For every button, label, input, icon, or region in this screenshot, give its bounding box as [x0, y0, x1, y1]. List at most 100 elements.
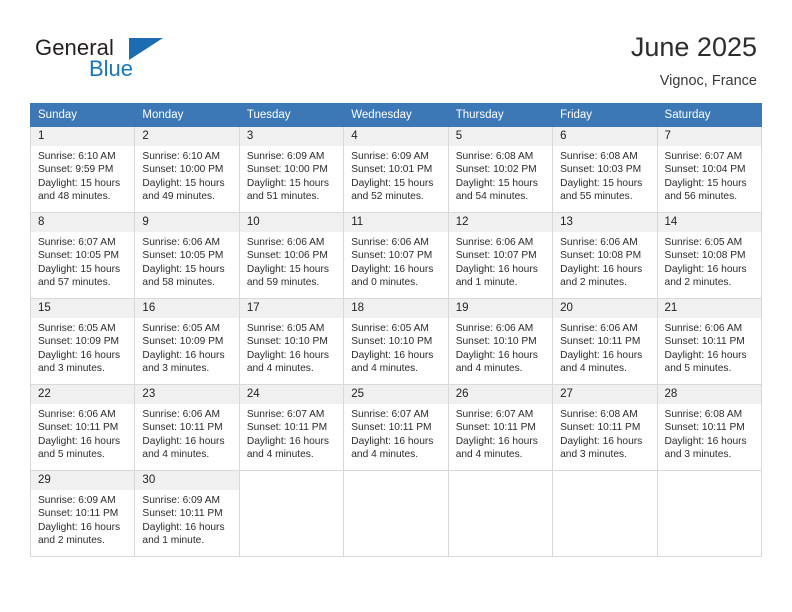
day-info: Sunrise: 6:07 AM Sunset: 10:11 PM Daylig…: [240, 404, 343, 461]
sunrise-text: Sunrise: 6:06 AM: [351, 237, 429, 248]
daylight-text: Daylight: 16 hours and 3 minutes.: [142, 349, 225, 374]
day-cell[interactable]: 21 Sunrise: 6:06 AM Sunset: 10:11 PM Day…: [656, 298, 763, 385]
sunrise-text: Sunrise: 6:07 AM: [246, 409, 325, 420]
day-info: Sunrise: 6:07 AM Sunset: 10:05 PM Daylig…: [31, 232, 134, 289]
sunrise-text: Sunrise: 6:06 AM: [246, 237, 325, 248]
day-cell[interactable]: 27 Sunrise: 6:08 AM Sunset: 10:11 PM Day…: [552, 384, 658, 471]
day-number: 11: [344, 213, 448, 232]
day-number: 9: [135, 213, 239, 232]
day-info: Sunrise: 6:06 AM Sunset: 10:11 PM Daylig…: [553, 318, 656, 375]
day-number: 12: [448, 213, 553, 232]
day-info: Sunrise: 6:09 AM Sunset: 10:11 PM Daylig…: [135, 490, 238, 547]
day-info: Sunrise: 6:08 AM Sunset: 10:11 PM Daylig…: [658, 404, 761, 461]
sunset-text: Sunset: 10:07 PM: [455, 250, 537, 262]
day-cell[interactable]: 3 Sunrise: 6:09 AM Sunset: 10:00 PM Dayl…: [238, 126, 345, 213]
day-info: Sunrise: 6:05 AM Sunset: 10:10 PM Daylig…: [344, 318, 447, 375]
day-cell-empty: [238, 470, 345, 557]
sunrise-text: Sunrise: 6:07 AM: [664, 151, 743, 162]
day-cell[interactable]: 28 Sunrise: 6:08 AM Sunset: 10:11 PM Day…: [656, 384, 763, 471]
sunset-text: Sunset: 10:11 PM: [142, 422, 223, 434]
day-number: 16: [135, 299, 239, 318]
day-info: Sunrise: 6:10 AM Sunset: 9:59 PM Dayligh…: [31, 146, 134, 203]
sunset-text: Sunset: 10:10 PM: [246, 336, 328, 348]
daylight-text: Daylight: 16 hours and 2 minutes.: [560, 263, 643, 288]
day-cell[interactable]: 6 Sunrise: 6:08 AM Sunset: 10:03 PM Dayl…: [552, 126, 658, 213]
page-header: General Blue June 2025 Vignoc, France: [0, 0, 792, 100]
sunrise-text: Sunrise: 6:08 AM: [560, 409, 638, 420]
weekday-header-monday: Monday: [134, 103, 240, 127]
daylight-text: Daylight: 16 hours and 5 minutes.: [38, 435, 121, 460]
sunset-text: Sunset: 10:08 PM: [560, 250, 642, 262]
day-cell[interactable]: 23 Sunrise: 6:06 AM Sunset: 10:11 PM Day…: [134, 384, 240, 471]
title-block: June 2025 Vignoc, France: [631, 30, 757, 91]
day-number: 15: [31, 299, 135, 318]
sunrise-text: Sunrise: 6:08 AM: [560, 151, 638, 162]
daylight-text: Daylight: 15 hours and 58 minutes.: [142, 263, 225, 288]
day-number: 10: [239, 213, 344, 232]
day-info: Sunrise: 6:10 AM Sunset: 10:00 PM Daylig…: [135, 146, 238, 203]
day-cell[interactable]: 2 Sunrise: 6:10 AM Sunset: 10:00 PM Dayl…: [134, 126, 240, 213]
sunset-text: Sunset: 10:09 PM: [38, 336, 119, 348]
day-number: 4: [344, 127, 448, 146]
day-info: Sunrise: 6:05 AM Sunset: 10:09 PM Daylig…: [31, 318, 134, 375]
day-cell[interactable]: 17 Sunrise: 6:05 AM Sunset: 10:10 PM Day…: [238, 298, 345, 385]
sunrise-text: Sunrise: 6:06 AM: [38, 409, 116, 420]
daylight-text: Daylight: 16 hours and 4 minutes.: [246, 349, 329, 374]
day-number: 18: [344, 299, 448, 318]
day-cell[interactable]: 9 Sunrise: 6:06 AM Sunset: 10:05 PM Dayl…: [134, 212, 240, 299]
day-cell[interactable]: 10 Sunrise: 6:06 AM Sunset: 10:06 PM Day…: [238, 212, 345, 299]
sunset-text: Sunset: 10:04 PM: [664, 164, 746, 176]
day-cell[interactable]: 14 Sunrise: 6:05 AM Sunset: 10:08 PM Day…: [656, 212, 763, 299]
daylight-text: Daylight: 16 hours and 4 minutes.: [351, 435, 434, 460]
day-cell[interactable]: 7 Sunrise: 6:07 AM Sunset: 10:04 PM Dayl…: [656, 126, 763, 213]
sunset-text: Sunset: 10:11 PM: [38, 508, 119, 520]
weekday-header-sunday: Sunday: [29, 103, 136, 127]
sunrise-text: Sunrise: 6:06 AM: [455, 323, 534, 334]
daylight-text: Daylight: 15 hours and 51 minutes.: [246, 177, 329, 202]
sunset-text: Sunset: 10:11 PM: [351, 422, 432, 434]
sunset-text: Sunset: 10:02 PM: [455, 164, 537, 176]
day-info: Sunrise: 6:08 AM Sunset: 10:11 PM Daylig…: [553, 404, 656, 461]
day-cell[interactable]: 12 Sunrise: 6:06 AM Sunset: 10:07 PM Day…: [447, 212, 554, 299]
day-cell[interactable]: 16 Sunrise: 6:05 AM Sunset: 10:09 PM Day…: [134, 298, 240, 385]
day-cell[interactable]: 18 Sunrise: 6:05 AM Sunset: 10:10 PM Day…: [343, 298, 449, 385]
daylight-text: Daylight: 15 hours and 49 minutes.: [142, 177, 225, 202]
day-cell[interactable]: 11 Sunrise: 6:06 AM Sunset: 10:07 PM Day…: [343, 212, 449, 299]
sunrise-text: Sunrise: 6:06 AM: [142, 409, 221, 420]
sunrise-text: Sunrise: 6:05 AM: [351, 323, 429, 334]
sunset-text: Sunset: 10:06 PM: [246, 250, 328, 262]
weekday-header-row: Sunday Monday Tuesday Wednesday Thursday…: [29, 103, 763, 127]
day-cell[interactable]: 1 Sunrise: 6:10 AM Sunset: 9:59 PM Dayli…: [29, 126, 136, 213]
sunrise-text: Sunrise: 6:05 AM: [664, 237, 743, 248]
daylight-text: Daylight: 16 hours and 0 minutes.: [351, 263, 434, 288]
daylight-text: Daylight: 16 hours and 1 minute.: [455, 263, 538, 288]
day-cell[interactable]: 22 Sunrise: 6:06 AM Sunset: 10:11 PM Day…: [29, 384, 136, 471]
sunrise-text: Sunrise: 6:06 AM: [664, 323, 743, 334]
calendar-week-row: 22 Sunrise: 6:06 AM Sunset: 10:11 PM Day…: [29, 384, 763, 471]
day-cell[interactable]: 8 Sunrise: 6:07 AM Sunset: 10:05 PM Dayl…: [29, 212, 136, 299]
calendar-week-row: 1 Sunrise: 6:10 AM Sunset: 9:59 PM Dayli…: [29, 126, 763, 213]
day-cell[interactable]: 5 Sunrise: 6:08 AM Sunset: 10:02 PM Dayl…: [447, 126, 554, 213]
day-cell[interactable]: 19 Sunrise: 6:06 AM Sunset: 10:10 PM Day…: [447, 298, 554, 385]
day-cell[interactable]: 26 Sunrise: 6:07 AM Sunset: 10:11 PM Day…: [447, 384, 554, 471]
sunrise-text: Sunrise: 6:07 AM: [351, 409, 429, 420]
day-cell[interactable]: 15 Sunrise: 6:05 AM Sunset: 10:09 PM Day…: [29, 298, 136, 385]
day-cell[interactable]: 24 Sunrise: 6:07 AM Sunset: 10:11 PM Day…: [238, 384, 345, 471]
day-info: Sunrise: 6:08 AM Sunset: 10:02 PM Daylig…: [449, 146, 552, 203]
sunset-text: Sunset: 10:11 PM: [664, 336, 745, 348]
calendar-page: General Blue June 2025 Vignoc, France Su…: [0, 0, 792, 612]
sunrise-text: Sunrise: 6:08 AM: [455, 151, 534, 162]
sunrise-text: Sunrise: 6:06 AM: [560, 323, 638, 334]
daylight-text: Daylight: 16 hours and 3 minutes.: [664, 435, 747, 460]
day-cell[interactable]: 29 Sunrise: 6:09 AM Sunset: 10:11 PM Day…: [29, 470, 136, 557]
day-cell[interactable]: 25 Sunrise: 6:07 AM Sunset: 10:11 PM Day…: [343, 384, 449, 471]
sunrise-text: Sunrise: 6:06 AM: [142, 237, 221, 248]
day-cell[interactable]: 20 Sunrise: 6:06 AM Sunset: 10:11 PM Day…: [552, 298, 658, 385]
day-cell[interactable]: 13 Sunrise: 6:06 AM Sunset: 10:08 PM Day…: [552, 212, 658, 299]
day-number: 28: [657, 385, 761, 404]
day-cell[interactable]: 30 Sunrise: 6:09 AM Sunset: 10:11 PM Day…: [134, 470, 240, 557]
day-cell[interactable]: 4 Sunrise: 6:09 AM Sunset: 10:01 PM Dayl…: [343, 126, 449, 213]
day-info: Sunrise: 6:06 AM Sunset: 10:11 PM Daylig…: [31, 404, 134, 461]
day-info: Sunrise: 6:06 AM Sunset: 10:08 PM Daylig…: [553, 232, 656, 289]
general-blue-logo[interactable]: General Blue: [35, 36, 235, 86]
